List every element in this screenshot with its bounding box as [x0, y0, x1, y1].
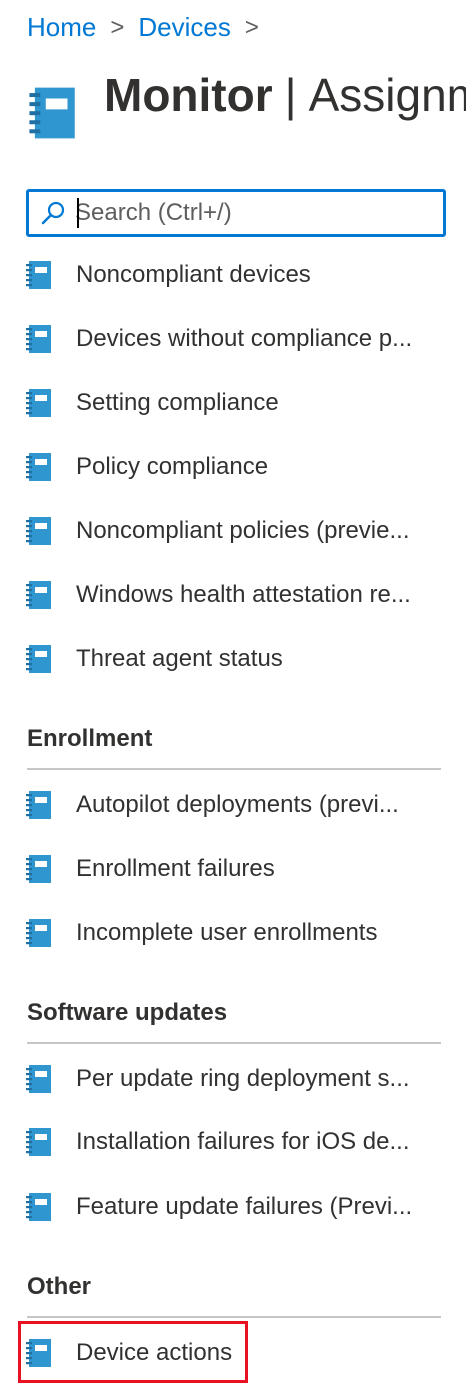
notebook-icon	[26, 261, 51, 289]
notebook-icon	[26, 325, 51, 353]
nav-item-label: Autopilot deployments (previ...	[76, 791, 399, 818]
breadcrumb-devices-link[interactable]: Devices	[138, 12, 230, 43]
nav-item-setting-compliance[interactable]: Setting compliance	[24, 377, 438, 429]
notebook-icon	[29, 87, 75, 139]
notebook-icon	[26, 517, 51, 545]
notebook-icon	[26, 855, 51, 883]
notebook-icon	[26, 791, 51, 819]
section-divider	[27, 768, 441, 770]
page-title-sub: Assignm	[308, 69, 466, 121]
nav-item-threat-agent-status[interactable]: Threat agent status	[24, 633, 438, 685]
notebook-icon	[26, 645, 51, 673]
breadcrumb: Home > Devices >	[27, 12, 273, 43]
nav-item-devices-without-compliance[interactable]: Devices without compliance p...	[24, 313, 438, 365]
nav-item-autopilot-deployments[interactable]: Autopilot deployments (previ...	[24, 779, 438, 831]
section-header-software-updates: Software updates	[27, 999, 228, 1026]
nav-item-label: Noncompliant policies (previe...	[76, 517, 410, 544]
nav-item-installation-failures-ios[interactable]: Installation failures for iOS de...	[24, 1116, 438, 1168]
nav-item-policy-compliance[interactable]: Policy compliance	[24, 441, 438, 493]
nav-item-label: Policy compliance	[76, 453, 269, 480]
notebook-icon	[26, 389, 51, 417]
nav-item-label: Installation failures for iOS de...	[76, 1128, 410, 1155]
notebook-icon	[26, 919, 51, 947]
nav-item-label: Threat agent status	[76, 645, 283, 672]
chevron-right-icon: >	[244, 13, 259, 41]
notebook-icon	[26, 1128, 51, 1156]
nav-item-label: Setting compliance	[76, 389, 279, 416]
nav-item-label: Devices without compliance p...	[76, 325, 413, 352]
nav-item-incomplete-user-enrollments[interactable]: Incomplete user enrollments	[24, 907, 438, 959]
nav-item-noncompliant-devices[interactable]: Noncompliant devices	[24, 249, 438, 301]
page-title-main: Monitor	[104, 69, 273, 121]
page-title-separator: |	[284, 69, 297, 121]
nav-item-label: Per update ring deployment s...	[76, 1065, 410, 1092]
chevron-right-icon: >	[110, 13, 125, 41]
section-header-enrollment: Enrollment	[27, 725, 153, 752]
section-header-other: Other	[27, 1273, 92, 1300]
nav-item-per-update-ring-deployment[interactable]: Per update ring deployment s...	[24, 1053, 438, 1105]
page-header: Monitor | Assignm	[24, 68, 466, 142]
notebook-icon	[26, 581, 51, 609]
nav-item-label: Windows health attestation re...	[76, 581, 411, 608]
nav-item-label: Incomplete user enrollments	[76, 919, 378, 946]
nav-item-enrollment-failures[interactable]: Enrollment failures	[24, 843, 438, 895]
notebook-icon	[26, 1193, 51, 1221]
highlight-box	[18, 1321, 248, 1383]
page-title: Monitor | Assignm	[104, 68, 466, 122]
section-divider	[27, 1316, 441, 1318]
page: Home > Devices > Monitor|Assignm Noncomp	[0, 0, 466, 1398]
nav-item-noncompliant-policies[interactable]: Noncompliant policies (previe...	[24, 505, 438, 557]
nav-item-label: Feature update failures (Previ...	[76, 1193, 413, 1220]
breadcrumb-home-link[interactable]: Home	[27, 12, 96, 43]
search-icon	[41, 201, 65, 225]
notebook-icon	[26, 453, 51, 481]
search-box[interactable]	[26, 189, 446, 237]
search-input[interactable]	[75, 199, 415, 227]
nav-item-label: Noncompliant devices	[76, 261, 311, 288]
text-caret	[77, 198, 79, 228]
nav-item-windows-health-attestation[interactable]: Windows health attestation re...	[24, 569, 438, 621]
notebook-icon	[26, 1065, 51, 1093]
section-divider	[27, 1042, 441, 1044]
nav-item-feature-update-failures[interactable]: Feature update failures (Previ...	[24, 1181, 438, 1233]
nav-item-label: Enrollment failures	[76, 855, 275, 882]
